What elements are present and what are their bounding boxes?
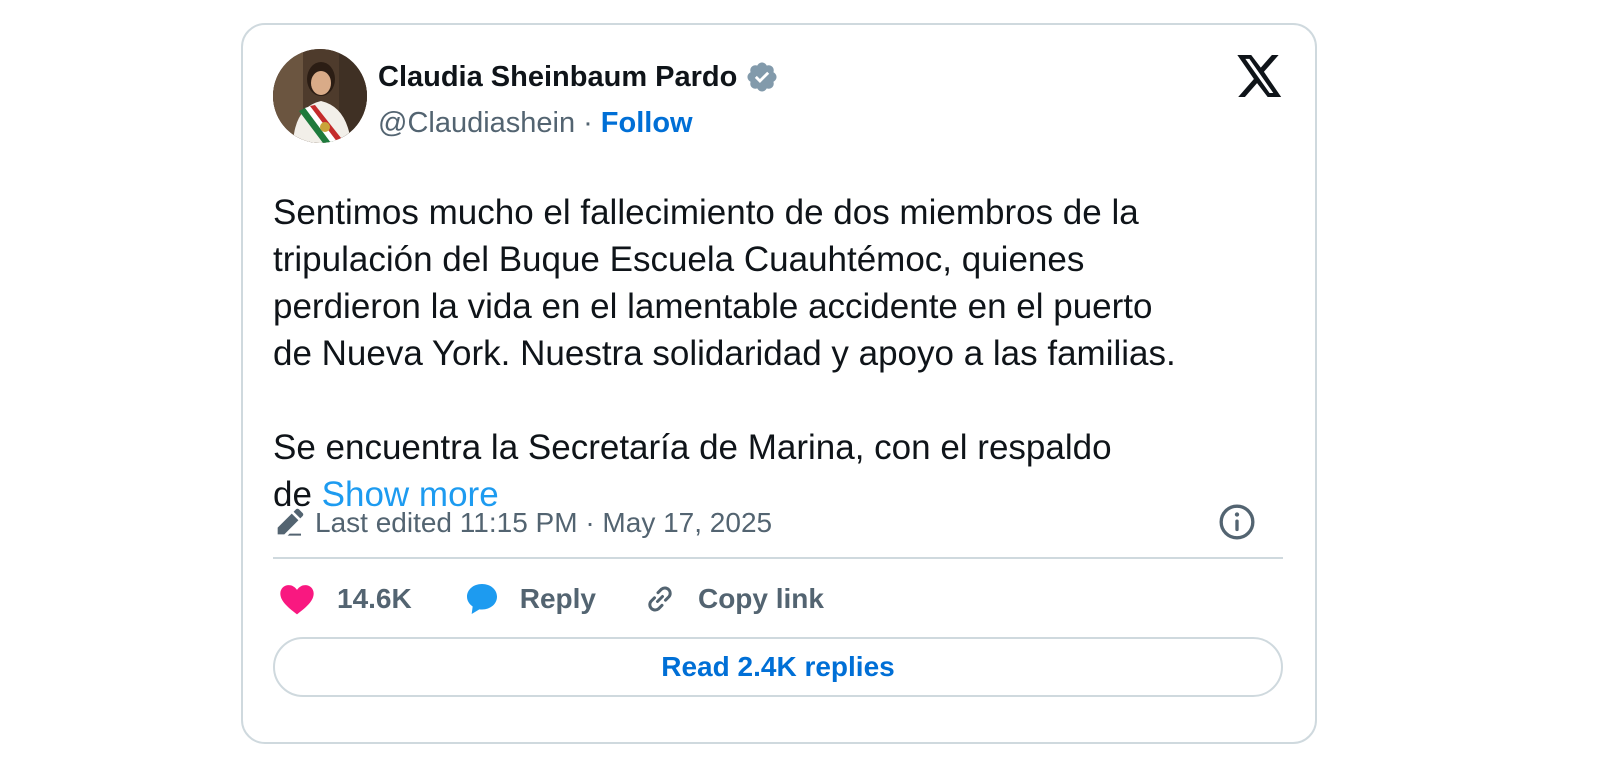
copy-link-button[interactable]: Copy link: [640, 579, 824, 619]
like-button[interactable]: 14.6K: [277, 579, 412, 619]
separator-dot: ·: [583, 106, 593, 139]
tweet-embed-card: Claudia Sheinbaum Pardo @Claudiashein · …: [241, 23, 1317, 744]
verified-badge-icon: [747, 62, 777, 92]
speech-bubble-icon: [466, 584, 497, 614]
tweet-line: tripulación del Buque Escuela Cuauhtémoc…: [273, 240, 1085, 279]
likes-count: 14.6K: [337, 583, 412, 614]
copy-link-label: Copy link: [697, 583, 824, 614]
tweet-line: Sentimos mucho el fallecimiento de dos m…: [273, 193, 1139, 232]
tweet-line: perdieron la vida en el lamentable accid…: [273, 287, 1153, 326]
author-handle[interactable]: @Claudiashein: [378, 107, 575, 140]
tweet-line: de Nueva York. Nuestra solidaridad y apo…: [273, 334, 1176, 373]
link-icon: [648, 586, 672, 612]
x-logo-icon[interactable]: [1237, 55, 1283, 97]
avatar[interactable]: [273, 49, 367, 143]
follow-button[interactable]: Follow: [601, 107, 693, 140]
reply-label: Reply: [519, 583, 596, 614]
pencil-icon: [277, 508, 304, 536]
handle-row: @Claudiashein · Follow: [378, 105, 693, 141]
info-icon[interactable]: [1217, 502, 1257, 542]
author-name-row: Claudia Sheinbaum Pardo: [378, 59, 779, 95]
author-name[interactable]: Claudia Sheinbaum Pardo: [378, 61, 737, 94]
edited-timestamp: Last edited 11:15 PM · May 17, 2025: [315, 507, 773, 538]
read-replies-label: Read 2.4K replies: [661, 651, 895, 682]
read-replies-button[interactable]: Read 2.4K replies: [273, 637, 1283, 697]
tweet-line: Se encuentra la Secretaría de Marina, co…: [273, 428, 1112, 467]
action-bar: 14.6K Reply Copy link: [277, 575, 824, 623]
heart-icon: [280, 585, 314, 615]
divider: [273, 557, 1283, 559]
tweet-text: Sentimos mucho el fallecimiento de dos m…: [273, 189, 1283, 518]
reply-button[interactable]: Reply: [462, 579, 596, 619]
edited-timestamp-row[interactable]: Last edited 11:15 PM · May 17, 2025: [273, 503, 772, 543]
